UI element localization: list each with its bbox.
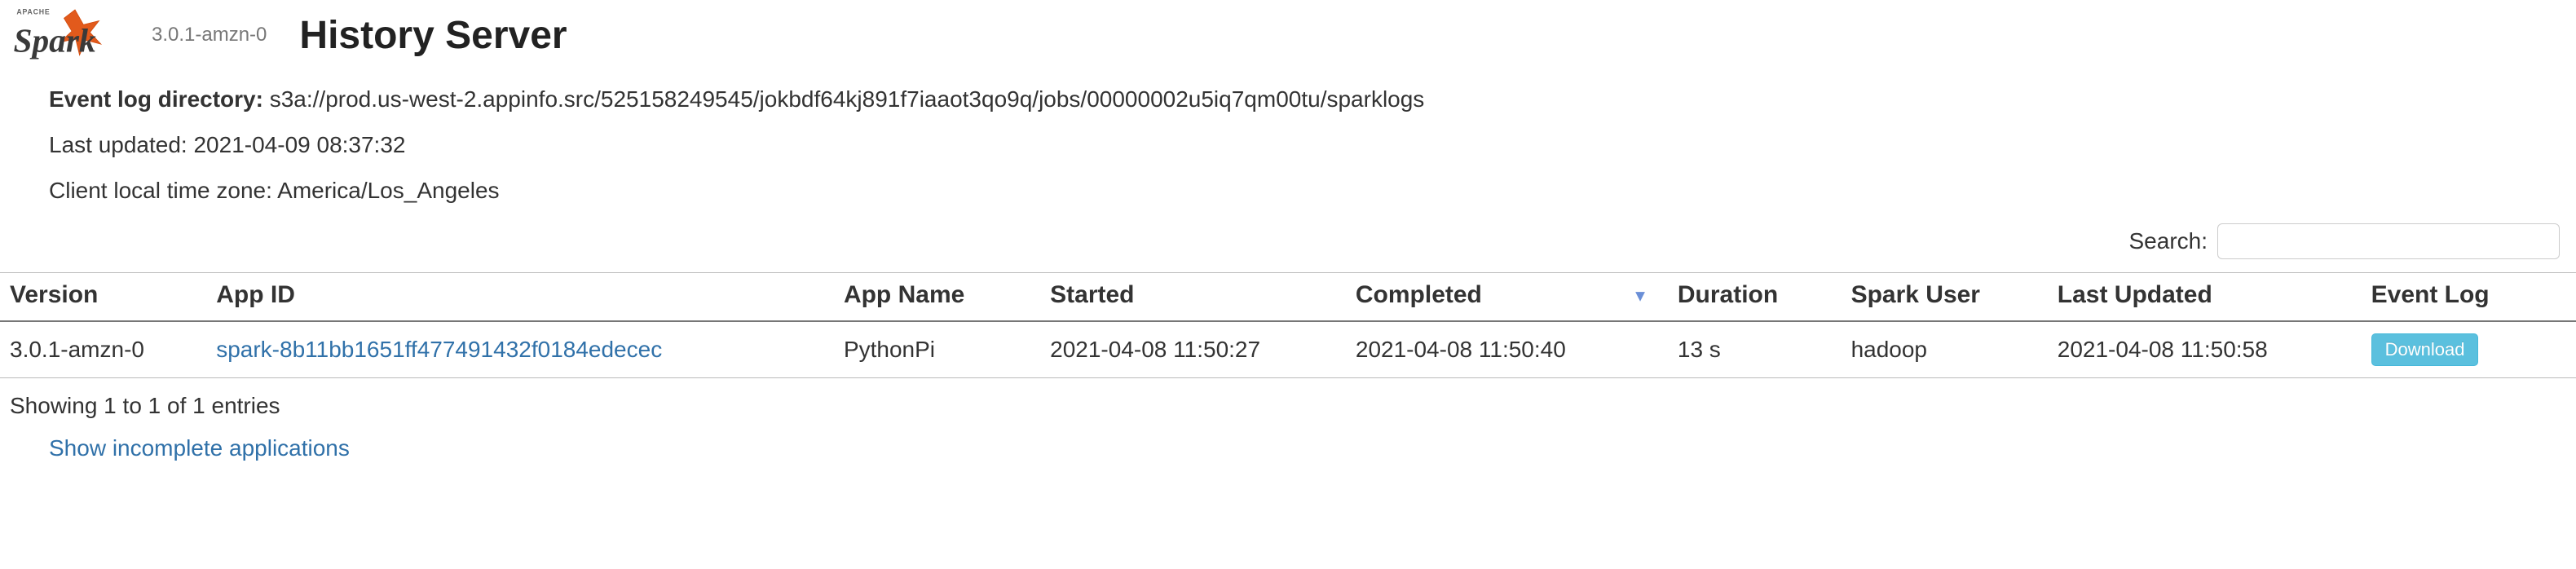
- timezone-value: America/Los_Angeles: [277, 178, 499, 203]
- info-block: Event log directory: s3a://prod.us-west-…: [0, 86, 2576, 204]
- page-title: History Server: [299, 13, 567, 58]
- col-header-event-log[interactable]: Event Log: [2362, 273, 2576, 322]
- table-row: 3.0.1-amzn-0 spark-8b11bb1651ff477491432…: [0, 321, 2576, 378]
- timezone-label: Client local time zone:: [49, 178, 272, 203]
- col-header-completed[interactable]: Completed ▼: [1346, 273, 1668, 322]
- col-header-version[interactable]: Version: [0, 273, 206, 322]
- cell-duration: 13 s: [1668, 321, 1842, 378]
- event-log-label: Event log directory:: [49, 86, 263, 112]
- col-header-last-updated[interactable]: Last Updated: [2048, 273, 2362, 322]
- app-id-link[interactable]: spark-8b11bb1651ff477491432f0184edecec: [216, 337, 662, 362]
- cell-started: 2021-04-08 11:50:27: [1040, 321, 1346, 378]
- cell-version: 3.0.1-amzn-0: [0, 321, 206, 378]
- col-header-app-name[interactable]: App Name: [834, 273, 1040, 322]
- cell-spark-user: hadoop: [1842, 321, 2048, 378]
- spark-version-label: 3.0.1-amzn-0: [152, 24, 267, 46]
- col-header-app-id[interactable]: App ID: [206, 273, 834, 322]
- col-header-duration[interactable]: Duration: [1668, 273, 1842, 322]
- table-header-row: Version App ID App Name Started Complete…: [0, 273, 2576, 322]
- spark-logo-icon: APACHE Spark: [13, 7, 143, 64]
- last-updated-value: 2021-04-09 08:37:32: [193, 132, 405, 157]
- download-button[interactable]: Download: [2371, 333, 2479, 366]
- search-input[interactable]: [2217, 223, 2560, 259]
- sort-desc-icon: ▼: [1632, 288, 1648, 307]
- cell-app-id: spark-8b11bb1651ff477491432f0184edecec: [206, 321, 834, 378]
- search-row: Search:: [0, 223, 2576, 267]
- cell-last-updated: 2021-04-08 11:50:58: [2048, 321, 2362, 378]
- event-log-directory-line: Event log directory: s3a://prod.us-west-…: [49, 86, 2527, 112]
- logo-area: APACHE Spark 3.0.1-amzn-0: [13, 7, 267, 64]
- applications-table: Version App ID App Name Started Complete…: [0, 272, 2576, 378]
- col-header-completed-text: Completed: [1356, 281, 1482, 308]
- cell-completed: 2021-04-08 11:50:40: [1346, 321, 1668, 378]
- col-header-spark-user[interactable]: Spark User: [1842, 273, 2048, 322]
- page-header: APACHE Spark 3.0.1-amzn-0 History Server: [0, 0, 2576, 70]
- show-incomplete-link[interactable]: Show incomplete applications: [49, 435, 2576, 461]
- cell-event-log: Download: [2362, 321, 2576, 378]
- col-header-started[interactable]: Started: [1040, 273, 1346, 322]
- spark-text: Spark: [13, 22, 95, 60]
- search-label: Search:: [2129, 228, 2208, 254]
- last-updated-line: Last updated: 2021-04-09 08:37:32: [49, 132, 2527, 158]
- last-updated-label: Last updated:: [49, 132, 187, 157]
- apache-text: APACHE: [16, 8, 50, 16]
- table-info: Showing 1 to 1 of 1 entries: [0, 378, 2576, 424]
- event-log-value: s3a://prod.us-west-2.appinfo.src/5251582…: [270, 86, 1425, 112]
- timezone-line: Client local time zone: America/Los_Ange…: [49, 178, 2527, 204]
- cell-app-name: PythonPi: [834, 321, 1040, 378]
